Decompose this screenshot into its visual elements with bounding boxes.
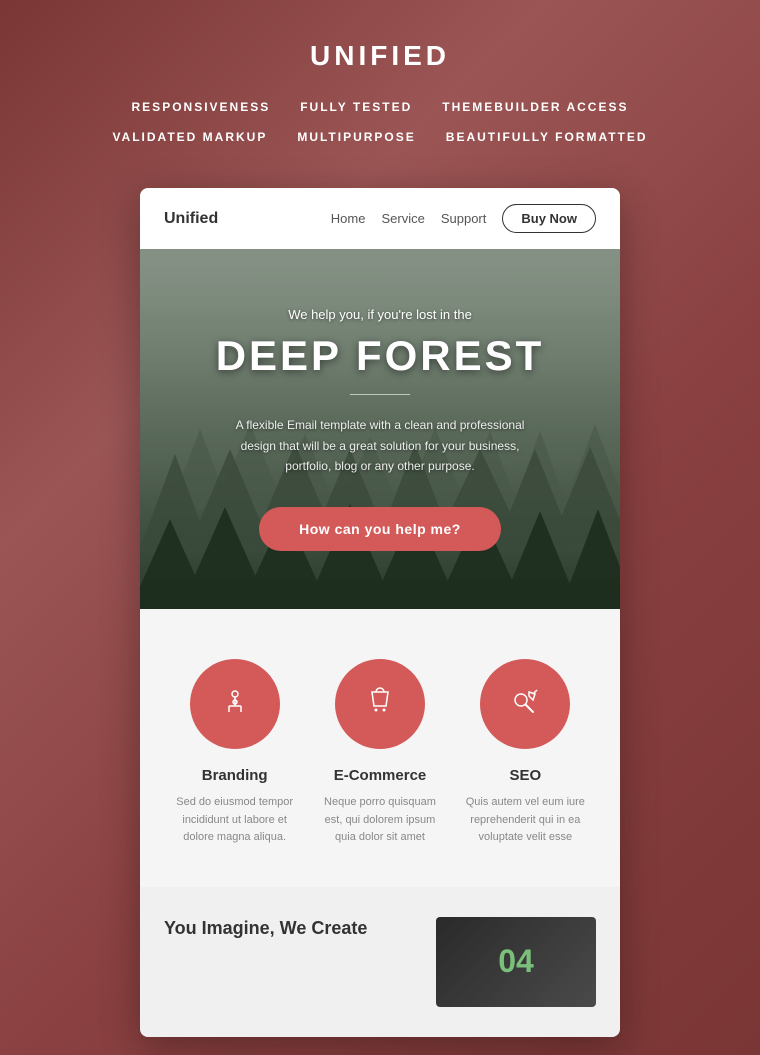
- card-nav-logo: Unified: [164, 210, 218, 228]
- branding-icon: [219, 686, 251, 722]
- features-list: RESPONSIVENESS FULLY TESTED THEMEBUILDER A…: [80, 96, 680, 148]
- card-nav-links: Home Service Support Buy Now: [331, 204, 596, 233]
- card-bottom: You Imagine, We Create 04: [140, 887, 620, 1037]
- bottom-image: 04: [436, 917, 596, 1007]
- branding-title: Branding: [202, 767, 268, 784]
- feature-item: VALIDATED MARKUP: [112, 126, 267, 148]
- service-branding: Branding Sed do eiusmod tempor incididun…: [170, 659, 299, 847]
- card-container: Unified Home Service Support Buy Now: [0, 188, 760, 1037]
- branding-icon-circle: [190, 659, 280, 749]
- ecommerce-icon-circle: [335, 659, 425, 749]
- seo-icon-circle: [480, 659, 570, 749]
- buy-now-button[interactable]: Buy Now: [502, 204, 596, 233]
- hero-description: A flexible Email template with a clean a…: [230, 415, 530, 476]
- nav-link-support[interactable]: Support: [441, 211, 487, 226]
- ecommerce-icon: [364, 686, 396, 722]
- seo-desc: Quis autem vel eum iure reprehenderit qu…: [461, 794, 590, 847]
- header-section: UNIFIED RESPONSIVENESS FULLY TESTED THEMEB…: [0, 0, 760, 178]
- ecommerce-title: E-Commerce: [334, 767, 427, 784]
- service-ecommerce: E-Commerce Neque porro quisquam est, qui…: [315, 659, 444, 847]
- bottom-text: You Imagine, We Create: [164, 917, 416, 940]
- hero-subtitle: We help you, if you're lost in the: [288, 307, 472, 322]
- card-hero: We help you, if you're lost in the DEEP …: [140, 249, 620, 609]
- bottom-image-number: 04: [498, 943, 534, 980]
- feature-item: MULTIPURPOSE: [297, 126, 415, 148]
- seo-title: SEO: [509, 767, 541, 784]
- hero-divider: [350, 394, 410, 395]
- feature-item: RESPONSIVENESS: [132, 96, 271, 118]
- card-services: Branding Sed do eiusmod tempor incididun…: [140, 609, 620, 887]
- site-title: UNIFIED: [20, 40, 740, 72]
- bottom-title: You Imagine, We Create: [164, 917, 416, 940]
- hero-title: DEEP FOREST: [216, 332, 545, 380]
- ecommerce-desc: Neque porro quisquam est, qui dolorem ip…: [315, 794, 444, 847]
- seo-icon: [509, 686, 541, 722]
- feature-item: THEMEBUILDER ACCESS: [442, 96, 628, 118]
- hero-cta-button[interactable]: How can you help me?: [259, 507, 501, 551]
- service-seo: SEO Quis autem vel eum iure reprehenderi…: [461, 659, 590, 847]
- nav-link-home[interactable]: Home: [331, 211, 366, 226]
- feature-item: FULLY TESTED: [300, 96, 412, 118]
- card-nav: Unified Home Service Support Buy Now: [140, 188, 620, 249]
- nav-link-service[interactable]: Service: [381, 211, 424, 226]
- branding-desc: Sed do eiusmod tempor incididunt ut labo…: [170, 794, 299, 847]
- card: Unified Home Service Support Buy Now: [140, 188, 620, 1037]
- feature-item: BEAUTIFULLY FORMATTED: [446, 126, 648, 148]
